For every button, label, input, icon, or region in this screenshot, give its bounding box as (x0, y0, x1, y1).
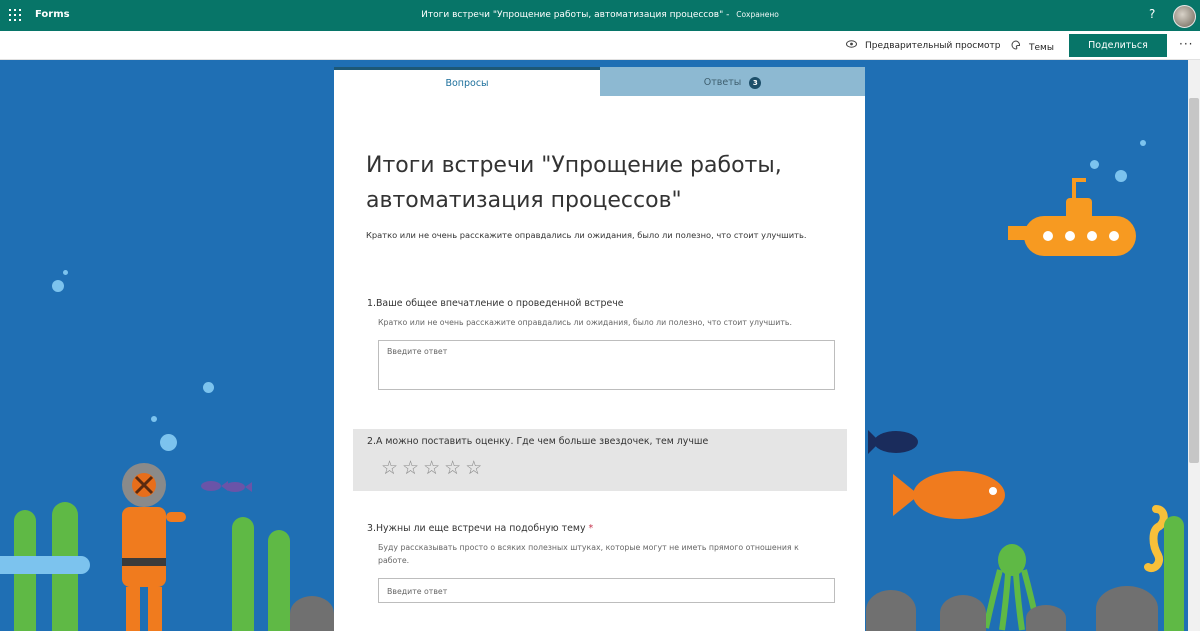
form-card: Вопросы Ответы 3 Итоги встречи "Упрощение… (334, 67, 865, 631)
tab-responses-label: Ответы (703, 77, 742, 88)
question-3-number: 3. (367, 523, 376, 534)
star-3-icon[interactable]: ☆ (423, 457, 444, 479)
bubble (1140, 140, 1146, 146)
themes-label: Темы (1029, 43, 1054, 53)
rock (1096, 586, 1158, 631)
question-1-text: Ваше общее впечатление о проведенной вст… (375, 298, 624, 309)
question-2-block: 2.А можно поставить оценку. Где чем боль… (353, 429, 847, 491)
star-4-icon[interactable]: ☆ (444, 457, 465, 479)
bubble (63, 270, 68, 275)
rock (1026, 605, 1066, 631)
bubble (151, 416, 157, 422)
bubble (52, 280, 64, 292)
question-2-text: А можно поставить оценку. Где чем больше… (375, 436, 709, 447)
question-3-placeholder: Введите ответ (387, 587, 448, 596)
question-2-title: 2.А можно поставить оценку. Где чем боль… (367, 436, 708, 447)
more-icon[interactable]: ··· (1179, 37, 1193, 51)
question-1-placeholder: Введите ответ (387, 347, 448, 356)
star-2-icon[interactable]: ☆ (402, 457, 423, 479)
title-separator: - (723, 10, 733, 20)
save-status: Сохранено (736, 10, 779, 19)
document-title-text: Итоги встречи "Упрощение работы, автомат… (421, 10, 724, 20)
sand-band (0, 556, 90, 574)
tab-responses[interactable]: Ответы 3 (600, 67, 865, 96)
diver-illustration (122, 463, 186, 631)
rating-stars: ☆☆☆☆☆ (381, 457, 486, 479)
submarine-illustration (1008, 178, 1136, 256)
rock (940, 595, 986, 631)
tab-questions[interactable]: Вопросы (334, 67, 600, 96)
eye-icon (846, 40, 857, 51)
help-button[interactable]: ? (1149, 7, 1155, 21)
preview-button[interactable]: Предварительный просмотр (846, 40, 1000, 51)
scrollbar-thumb[interactable] (1189, 98, 1199, 463)
themes-button[interactable]: Темы (1011, 40, 1054, 53)
question-1-subtitle: Кратко или не очень расскажите оправдали… (378, 318, 792, 327)
question-2-number: 2. (367, 436, 376, 447)
bubble (203, 382, 214, 393)
tab-questions-label: Вопросы (445, 78, 489, 89)
fish-icon (893, 471, 1005, 519)
required-mark: * (588, 523, 594, 534)
question-1-title: 1.Ваше общее впечатление о проведенной в… (367, 298, 624, 309)
fish-icon (868, 430, 918, 454)
question-3-subtitle: Буду рассказывать просто о всяких полезн… (378, 543, 799, 565)
preview-label: Предварительный просмотр (865, 41, 1001, 51)
fish-icon (201, 481, 252, 492)
rock (866, 590, 916, 631)
avatar[interactable] (1173, 5, 1196, 28)
command-bar: Предварительный просмотр Темы Поделиться… (0, 31, 1200, 60)
bubble (160, 434, 177, 451)
form-title[interactable]: Итоги встречи "Упрощение работы, автомат… (366, 148, 786, 218)
seaweed (268, 530, 290, 631)
question-3-answer-field[interactable]: Введите ответ (378, 578, 835, 603)
form-description[interactable]: Кратко или не очень расскажите оправдали… (366, 230, 807, 240)
question-3-text: Нужны ли еще встречи на подобную тему (375, 523, 586, 534)
document-title: Итоги встречи "Упрощение работы, автомат… (0, 10, 1200, 20)
share-button[interactable]: Поделиться (1069, 34, 1167, 57)
rock (290, 596, 334, 631)
star-1-icon[interactable]: ☆ (381, 457, 402, 479)
question-3-title: 3.Нужны ли еще встречи на подобную тему … (367, 523, 593, 534)
question-1-number: 1. (367, 298, 376, 309)
bubble (1090, 160, 1099, 169)
seaweed (1164, 516, 1184, 631)
palette-icon (1011, 40, 1021, 53)
seaweed (232, 517, 254, 631)
responses-count-badge: 3 (749, 76, 762, 89)
app-bar: Forms Итоги встречи "Упрощение работы, а… (0, 0, 1200, 31)
question-1-answer-field[interactable]: Введите ответ (378, 340, 835, 390)
star-5-icon[interactable]: ☆ (465, 457, 486, 479)
